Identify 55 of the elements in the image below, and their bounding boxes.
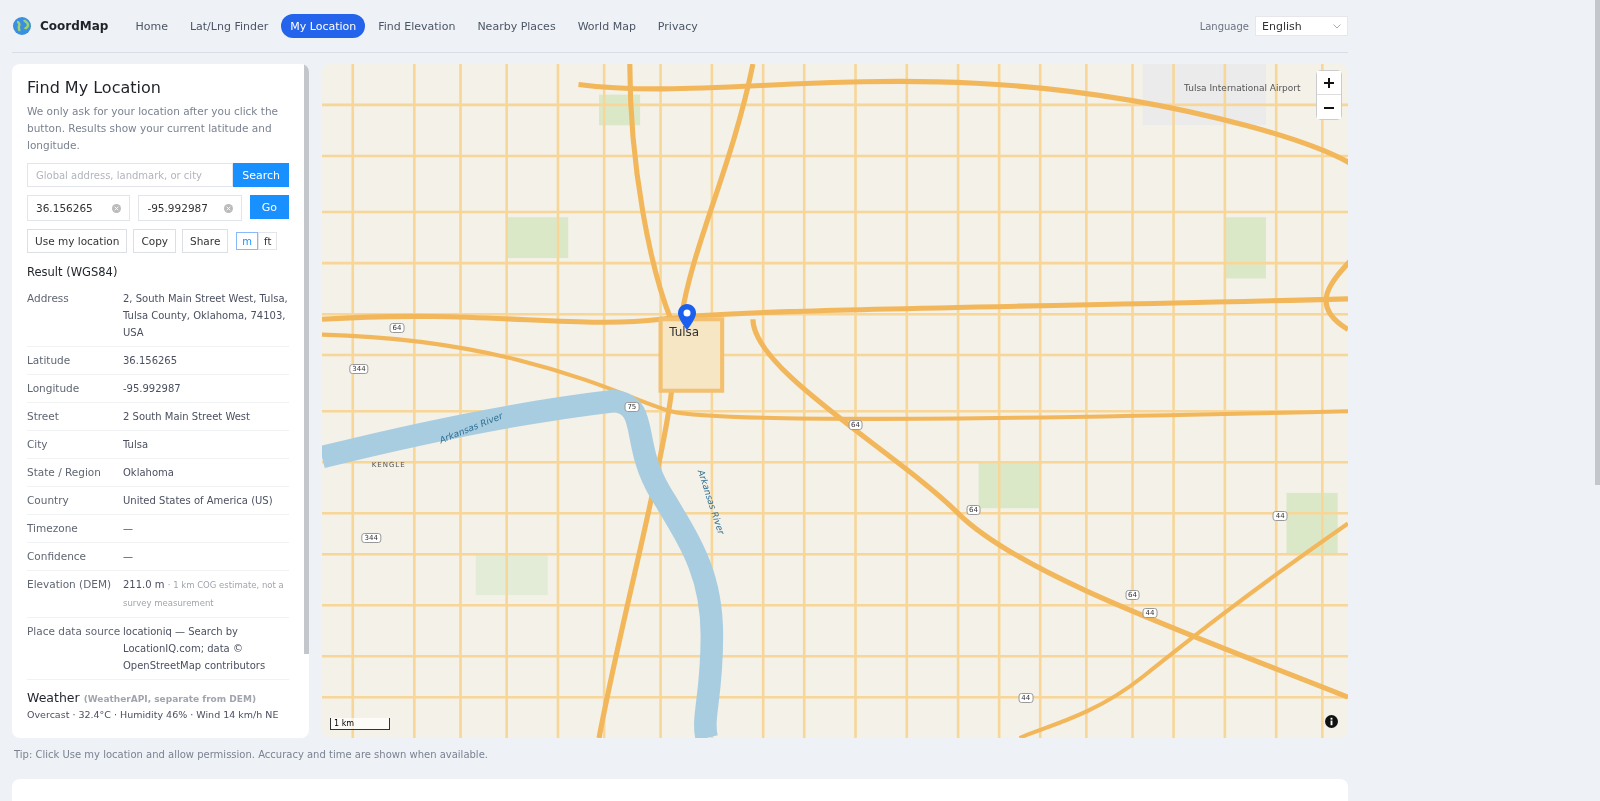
unit-toggle[interactable]: ft [258,232,278,250]
panel-description: We only ask for your location after you click the button. Results show your current latitude and longitude. [27,104,279,153]
action-button[interactable]: Copy [133,229,177,253]
action-button[interactable]: Use my location [27,229,128,253]
language-select[interactable]: English [1255,16,1348,36]
result-value: Oklahoma [123,466,175,480]
map-place-label: Tulsa International Airport [1184,83,1301,94]
result-label: Country [27,493,70,508]
action-button[interactable]: Share [182,229,229,253]
scrollbar-thumb[interactable] [304,64,309,654]
result-heading: Result (WGS84) [27,265,119,279]
nav-tab[interactable]: World Map [568,14,645,38]
chevron-down-icon [1333,23,1341,29]
tip-text: Tip: Click Use my location and allow permission. Accuracy and time are shown when available. [14,749,489,760]
map-place-label: Tulsa [669,325,700,340]
result-value: — [123,550,134,564]
result-label: Timezone [27,521,79,536]
result-value: 2 South Main Street West [123,410,251,424]
info-icon[interactable] [1325,715,1338,728]
result-value: United States of America (US) [123,494,274,508]
globe-logo-icon [12,16,32,36]
weather-summary: Overcast · 32.4°C · Humidity 46% · Wind 14 km/h NE [27,709,280,720]
result-value: 36.156265 [123,354,179,368]
result-value: -95.992987 [123,382,182,396]
result-label: Place data source [27,624,122,639]
nav-tab[interactable]: Lat/Lng Finder [180,14,278,38]
latitude-field[interactable]: 36.156265 [27,195,131,221]
result-label: Street [27,409,60,424]
nav-tab[interactable]: Privacy [648,14,707,38]
plus-icon [1324,78,1334,88]
result-label: Confidence [27,549,88,564]
result-value: Tulsa [123,438,150,452]
nav-tab[interactable]: Home [126,14,177,38]
language-label: Language [1199,20,1249,32]
result-label: Address [27,291,70,306]
page-scrollbar-thumb[interactable] [1595,0,1600,485]
result-label: Elevation (DEM) [27,577,113,592]
result-label: Latitude [27,353,72,368]
zoom-in-button[interactable] [1317,71,1341,95]
brand-name[interactable]: CoordMap [40,19,109,33]
result-value: 2, South Main Street West, Tulsa, Tulsa County, Oklahoma, 74103, USA [123,292,289,340]
result-value: 211.0 m · 1 km COG estimate, not a survey measurement [123,578,285,610]
result-label: City [27,437,49,452]
scale-bar: 1 km [330,718,390,730]
nav-tab[interactable]: Nearby Places [468,14,565,38]
panel-title: Find My Location [27,78,162,97]
nav-tab[interactable]: My Location [281,14,366,38]
search-field[interactable]: Global address, landmark, or city [27,163,234,187]
nav-tab[interactable]: Find Elevation [369,14,465,38]
result-value: locationiq — Search by LocationIQ.com; data © OpenStreetMap contributors [123,625,267,673]
result-label: State / Region [27,465,102,480]
result-value: — [123,522,134,536]
weather-heading: Weather (WeatherAPI, separate from DEM) [27,690,257,705]
longitude-field[interactable]: -95.992987 [138,195,242,221]
result-label: Longitude [27,381,81,396]
